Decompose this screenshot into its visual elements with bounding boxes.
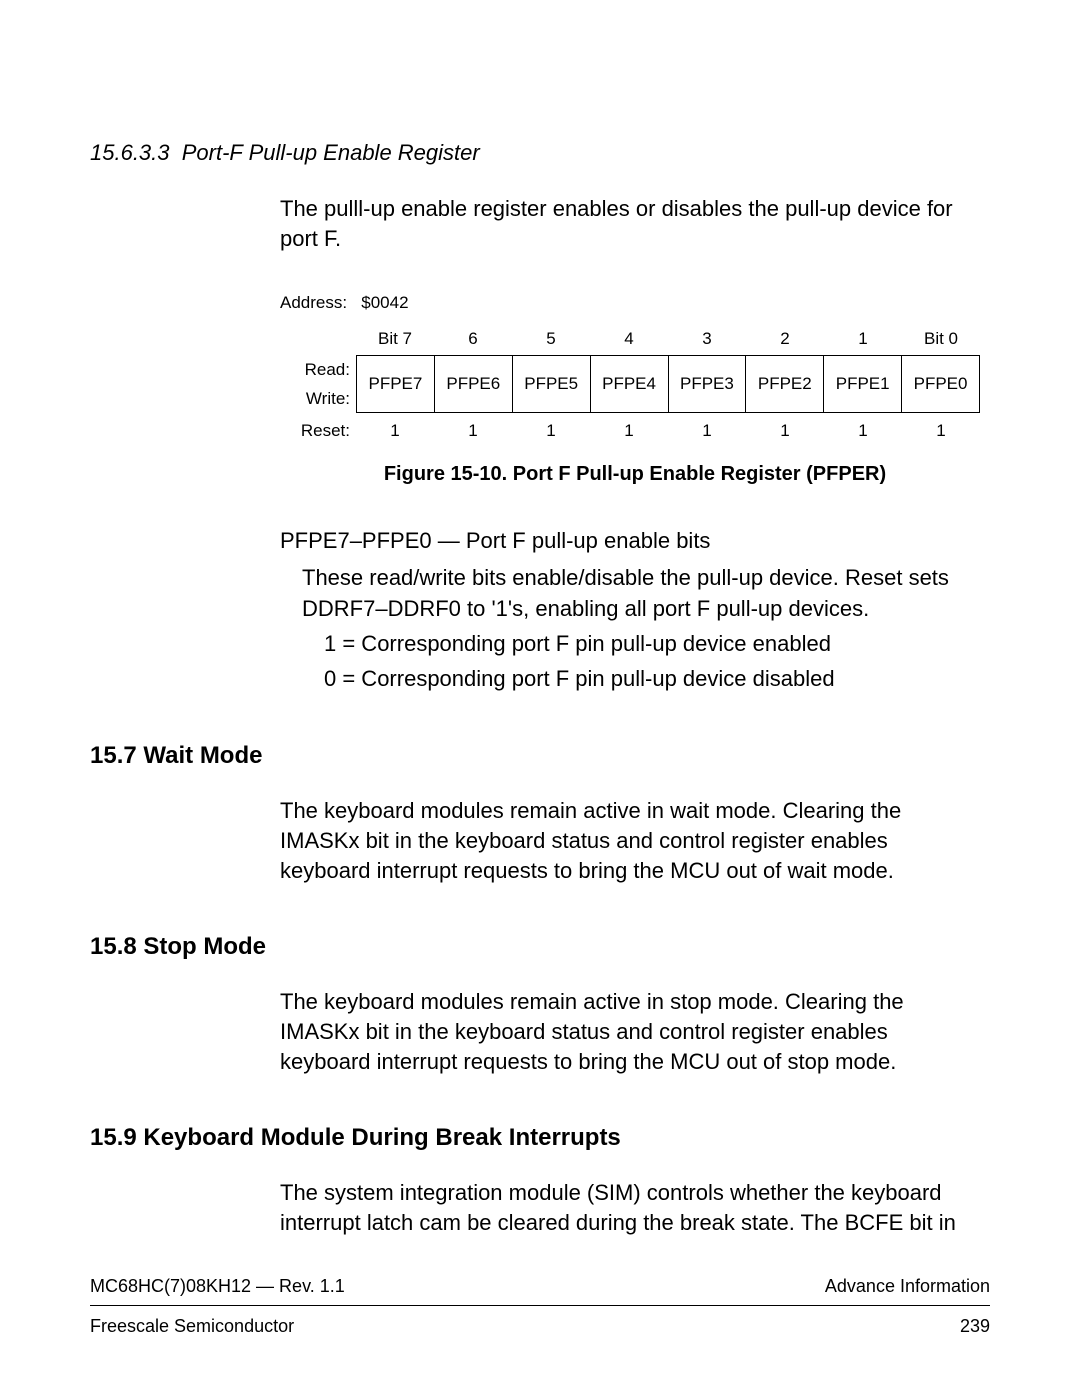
bit-name: PFPE6	[435, 355, 513, 413]
bit-header-row: Bit 7 6 5 4 3 2 1 Bit 0	[280, 323, 980, 355]
subsection-number: 15.6.3.3	[90, 140, 170, 165]
register-data-row: Read: Write: PFPE7 PFPE6 PFPE5 PFPE4 PFP…	[280, 355, 980, 413]
bit-header-spacer	[280, 323, 356, 355]
footer-company: Freescale Semiconductor	[90, 1316, 294, 1337]
reset-value: 1	[356, 413, 434, 449]
bit-name: PFPE1	[824, 355, 902, 413]
bit-header: 1	[824, 323, 902, 355]
bit-name: PFPE2	[746, 355, 824, 413]
bit-desc-title: PFPE7–PFPE0 — Port F pull-up enable bits	[280, 526, 980, 557]
bit-name: PFPE0	[902, 355, 980, 413]
bit-header: 6	[434, 323, 512, 355]
reset-value: 1	[434, 413, 512, 449]
section-title-wait-mode: 15.7 Wait Mode	[90, 742, 990, 770]
intro-paragraph: The pulll-up enable register enables or …	[280, 194, 980, 253]
read-write-label: Read: Write:	[280, 355, 356, 413]
bit-header: Bit 7	[356, 323, 434, 355]
bit-desc-line: These read/write bits enable/disable the…	[302, 563, 980, 625]
page-footer: MC68HC(7)08KH12 — Rev. 1.1 Advance Infor…	[90, 1276, 990, 1337]
page: 15.6.3.3 Port-F Pull-up Enable Register …	[0, 0, 1080, 1397]
address-value: $0042	[361, 293, 408, 312]
footer-right-top: Advance Information	[825, 1276, 990, 1297]
reset-value: 1	[902, 413, 980, 449]
read-label: Read:	[280, 360, 350, 380]
section-body-stop-mode: The keyboard modules remain active in st…	[280, 987, 980, 1076]
reset-value: 1	[824, 413, 902, 449]
bit-name: PFPE7	[356, 355, 435, 413]
section-title-stop-mode: 15.8 Stop Mode	[90, 933, 990, 961]
footer-doc-id: MC68HC(7)08KH12 — Rev. 1.1	[90, 1276, 345, 1297]
figure-caption: Figure 15-10. Port F Pull-up Enable Regi…	[280, 463, 990, 486]
address-label: Address:	[280, 293, 347, 312]
bit-name: PFPE4	[591, 355, 669, 413]
footer-page-number: 239	[960, 1316, 990, 1337]
bit-desc-option: 0 = Corresponding port F pin pull-up dev…	[324, 664, 980, 695]
bit-name: PFPE3	[669, 355, 747, 413]
bit-header: 2	[746, 323, 824, 355]
reset-value: 1	[746, 413, 824, 449]
bit-name: PFPE5	[513, 355, 591, 413]
subsection-title: 15.6.3.3 Port-F Pull-up Enable Register	[90, 140, 990, 166]
bit-header: 5	[512, 323, 590, 355]
register-diagram: Bit 7 6 5 4 3 2 1 Bit 0 Read: Write: PFP…	[280, 323, 980, 449]
reset-value: 1	[590, 413, 668, 449]
reset-row: Reset: 1 1 1 1 1 1 1 1	[280, 413, 980, 449]
reset-value: 1	[668, 413, 746, 449]
bit-description: PFPE7–PFPE0 — Port F pull-up enable bits…	[280, 526, 980, 694]
section-body-wait-mode: The keyboard modules remain active in wa…	[280, 796, 980, 885]
write-label: Write:	[280, 389, 350, 409]
register-address: Address: $0042	[280, 293, 990, 313]
bit-desc-option: 1 = Corresponding port F pin pull-up dev…	[324, 629, 980, 660]
reset-value: 1	[512, 413, 590, 449]
section-title-break-interrupts: 15.9 Keyboard Module During Break Interr…	[90, 1124, 990, 1152]
subsection-name: Port-F Pull-up Enable Register	[182, 140, 480, 165]
bit-header: 3	[668, 323, 746, 355]
reset-label: Reset:	[280, 413, 356, 449]
bit-header: Bit 0	[902, 323, 980, 355]
section-body-break-interrupts: The system integration module (SIM) cont…	[280, 1178, 980, 1237]
bit-header: 4	[590, 323, 668, 355]
